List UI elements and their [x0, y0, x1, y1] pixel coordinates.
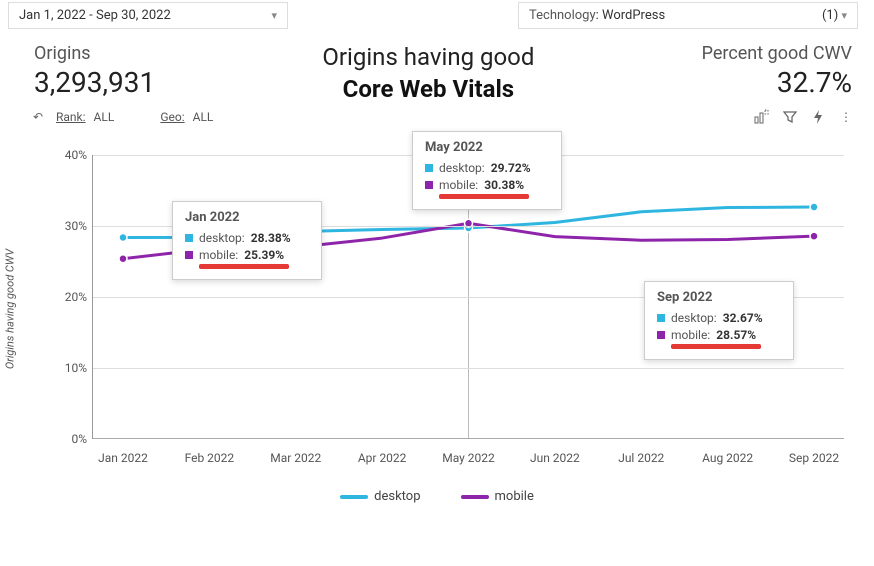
lightning-icon[interactable] [808, 107, 828, 127]
data-point [119, 255, 127, 263]
x-tick: May 2022 [442, 451, 495, 465]
pct-label: Percent good CWV [702, 43, 852, 64]
y-tick: 0% [53, 432, 87, 446]
tooltip-may: May 2022 desktop: 29.72% mobile: 30.38% [412, 131, 562, 210]
technology-dropdown[interactable]: Technology: WordPress (1) ▾ [518, 2, 858, 29]
chart-config-icon[interactable] [752, 107, 772, 127]
chevron-down-icon: ▾ [271, 9, 277, 22]
geo-label: Geo: [160, 110, 184, 124]
pct-value: 32.7% [702, 66, 852, 99]
geo-value: ALL [193, 110, 214, 124]
y-tick: 40% [53, 148, 87, 162]
x-tick: Jan 2022 [98, 451, 148, 465]
chart-legend: desktop mobile [0, 483, 874, 504]
x-tick: Jul 2022 [618, 451, 664, 465]
rank-value: ALL [94, 110, 115, 124]
origins-metric: Origins 3,293,931 [34, 43, 155, 99]
square-icon [185, 251, 193, 259]
date-range-value: Jan 1, 2022 - Sep 30, 2022 [19, 8, 171, 23]
highlight-bar [439, 194, 529, 199]
date-range-dropdown[interactable]: Jan 1, 2022 - Sep 30, 2022 ▾ [8, 2, 288, 29]
square-icon [657, 314, 665, 322]
square-icon [185, 234, 193, 242]
rank-label: Rank: [56, 110, 86, 124]
data-point [119, 234, 127, 242]
pct-good-cwv-metric: Percent good CWV 32.7% [702, 43, 852, 99]
square-icon [657, 331, 665, 339]
y-tick: 30% [53, 219, 87, 233]
x-tick: Aug 2022 [702, 451, 753, 465]
more-icon[interactable]: ⋮ [836, 107, 856, 127]
x-tick: Jun 2022 [530, 451, 580, 465]
data-point [810, 232, 818, 240]
filter-icon[interactable] [780, 107, 800, 127]
chevron-down-icon: ▾ [841, 9, 847, 22]
highlight-bar [199, 264, 289, 269]
technology-count: (1) [822, 8, 838, 23]
square-icon [425, 164, 433, 172]
x-tick: Sep 2022 [789, 451, 839, 465]
legend-item-desktop[interactable]: desktop [340, 489, 420, 504]
y-tick: 20% [53, 290, 87, 304]
origins-value: 3,293,931 [34, 66, 155, 99]
origins-label: Origins [34, 43, 155, 64]
x-tick: Mar 2022 [270, 451, 321, 465]
technology-value: WordPress [602, 8, 665, 23]
x-tick: Feb 2022 [185, 451, 235, 465]
square-icon [425, 181, 433, 189]
x-tick: Apr 2022 [358, 451, 407, 465]
y-axis-label: Origins having good CWV [4, 249, 17, 369]
legend-item-mobile[interactable]: mobile [461, 489, 534, 504]
highlight-bar [671, 344, 761, 349]
technology-label: Technology [529, 8, 596, 23]
chart-title: Origins having good Core Web Vitals [322, 43, 534, 103]
y-tick: 10% [53, 361, 87, 375]
undo-icon[interactable]: ↶ [28, 107, 48, 127]
gridline [93, 368, 844, 369]
data-point [810, 203, 818, 211]
tooltip-sep: Sep 2022 desktop: 32.67% mobile: 28.57% [644, 281, 794, 360]
tooltip-jan: Jan 2022 desktop: 28.38% mobile: 25.39% [172, 201, 322, 280]
